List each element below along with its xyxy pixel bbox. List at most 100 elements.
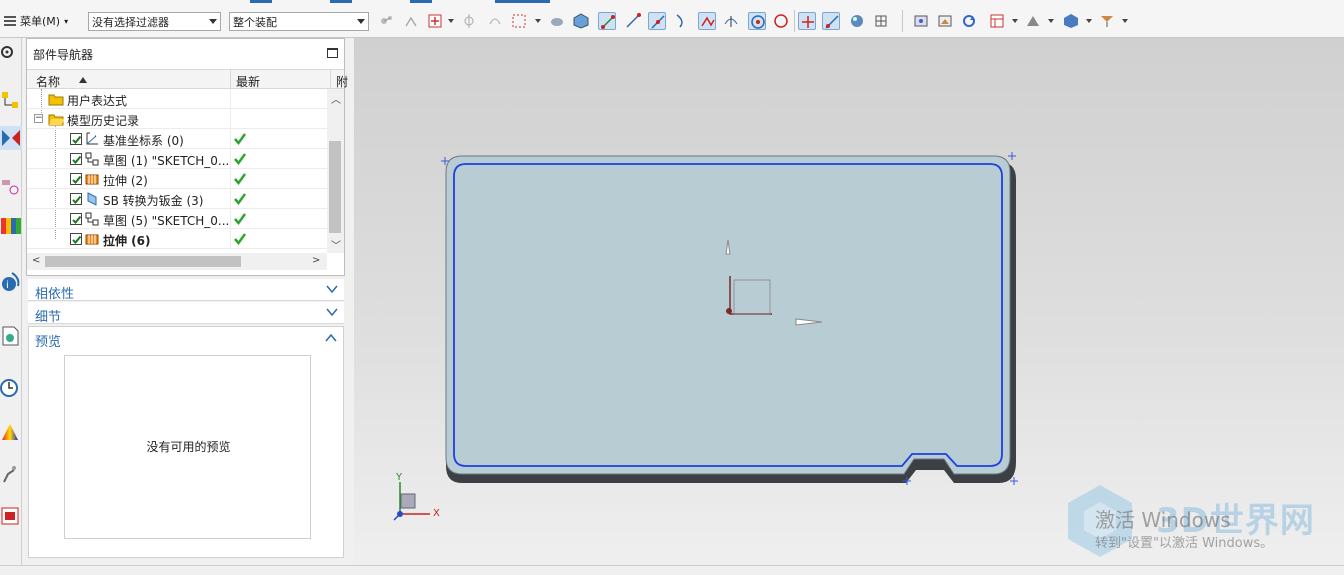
tree-row-user-expressions[interactable]: 用户表达式 <box>27 89 327 109</box>
up-to-date-check-icon <box>234 153 247 166</box>
refresh-icon[interactable] <box>960 12 978 30</box>
triad-x-label: X <box>433 508 440 519</box>
up-to-date-check-icon <box>234 173 247 186</box>
sheetmetal-icon <box>87 192 97 206</box>
display-icon[interactable] <box>1024 12 1042 30</box>
filter-icon[interactable] <box>1098 12 1116 30</box>
shaded-icon[interactable] <box>1062 12 1080 30</box>
navigator-horizontal-scrollbar[interactable]: < > <box>27 253 327 270</box>
connect-icon[interactable] <box>402 12 420 30</box>
selection-filter-dropdown[interactable]: 没有选择过滤器 <box>88 12 221 31</box>
fit-icon[interactable] <box>912 12 930 30</box>
point-snap-icon[interactable] <box>598 12 616 30</box>
add-icon[interactable] <box>426 12 444 30</box>
selection-filter-value: 没有选择过滤器 <box>92 15 169 29</box>
move-icon[interactable] <box>460 12 478 30</box>
grid-icon[interactable] <box>872 12 890 30</box>
curve-icon[interactable] <box>672 12 690 30</box>
column-extra[interactable]: 附 <box>336 73 348 90</box>
visibility-checkbox[interactable] <box>70 213 82 225</box>
tree-row-sketch-1[interactable]: 草图 (1) "SKETCH_0... <box>27 149 327 169</box>
model-view <box>393 152 1018 521</box>
shade-icon[interactable] <box>548 12 566 30</box>
preview-empty-text: 没有可用的预览 <box>146 440 231 454</box>
tree-row-model-history[interactable]: − 模型历史记录 <box>27 109 327 129</box>
constraint-nav-icon[interactable] <box>0 126 22 150</box>
visibility-checkbox[interactable] <box>70 173 82 185</box>
resource-bar: i <box>0 38 22 565</box>
svg-text:i: i <box>6 280 9 291</box>
top-toolbar: 菜单(M) ▾ 没有选择过滤器 整个装配 <box>0 0 1344 38</box>
chevron-down-icon[interactable] <box>326 284 338 294</box>
line-end-icon[interactable] <box>624 12 642 30</box>
up-to-date-check-icon <box>234 193 247 206</box>
visibility-checkbox[interactable] <box>70 233 82 245</box>
cube-icon[interactable] <box>572 12 590 30</box>
datum-csys-icon <box>86 132 98 145</box>
visibility-checkbox[interactable] <box>70 153 82 165</box>
tree-row-extrude-6[interactable]: 拉伸 (6) <box>27 229 327 249</box>
scroll-right-icon[interactable]: > <box>312 255 320 266</box>
tree-row-label: 拉伸 (6) <box>103 234 151 248</box>
view-layout-icon[interactable] <box>988 12 1006 30</box>
color-icon[interactable] <box>0 420 22 444</box>
clock-icon[interactable] <box>0 376 22 400</box>
media-icon[interactable] <box>0 504 22 528</box>
tree-row-datum-csys[interactable]: 基准坐标系 (0) <box>27 129 327 149</box>
column-latest[interactable]: 最新 <box>236 73 260 90</box>
circle-icon[interactable] <box>772 12 790 30</box>
intersect-icon[interactable] <box>698 12 716 30</box>
maximize-icon[interactable] <box>327 48 338 58</box>
settings-icon[interactable] <box>0 40 22 64</box>
status-bar <box>0 565 1344 575</box>
up-to-date-check-icon <box>234 213 247 226</box>
assembly-nav-icon[interactable] <box>0 88 22 112</box>
scroll-thumb[interactable] <box>45 256 241 267</box>
collapse-icon[interactable]: − <box>34 114 43 123</box>
tangent-icon[interactable] <box>722 12 740 30</box>
center-icon[interactable] <box>748 12 766 30</box>
menu-button[interactable]: 菜单(M) ▾ <box>4 12 68 30</box>
graphics-viewport[interactable]: Y X 3D世界网 激活 Windows 转到"设置"以激活 Windows。 <box>354 38 1344 565</box>
preview-label[interactable]: 预览 <box>35 331 61 350</box>
quadrant-icon[interactable] <box>822 12 840 30</box>
triad-y-label: Y <box>396 472 403 483</box>
robot-icon[interactable] <box>0 462 22 486</box>
chevron-up-icon[interactable] <box>325 333 337 343</box>
library-icon[interactable] <box>0 214 22 238</box>
ribbon-tab-strip <box>0 0 1344 4</box>
visibility-checkbox[interactable] <box>70 133 82 145</box>
scroll-thumb[interactable] <box>329 141 341 233</box>
tree-row-label: SB 转换为钣金 (3) <box>103 194 204 208</box>
sphere-icon[interactable] <box>848 12 866 30</box>
details-label: 细节 <box>35 310 62 325</box>
scroll-down-icon[interactable]: ﹀ <box>331 237 341 252</box>
line-mid-icon[interactable] <box>648 12 666 30</box>
sheet-metal-plate <box>445 155 1011 475</box>
sketch-icon <box>85 212 99 226</box>
extrude-icon <box>85 234 99 245</box>
navigator-vertical-scrollbar[interactable]: ︿ ﹀ <box>327 89 344 253</box>
snap-icon[interactable] <box>378 12 396 30</box>
chevron-down-icon[interactable] <box>326 307 338 317</box>
part-nav-icon[interactable] <box>0 174 22 198</box>
scroll-up-icon[interactable]: ︿ <box>331 91 341 106</box>
link-icon[interactable] <box>486 12 504 30</box>
visibility-checkbox[interactable] <box>70 193 82 205</box>
tree-row-convert-sheetmetal[interactable]: SB 转换为钣金 (3) <box>27 189 327 209</box>
history-icon[interactable] <box>0 324 22 348</box>
assembly-scope-dropdown[interactable]: 整个装配 <box>229 12 369 31</box>
dependencies-section[interactable]: 相依性 <box>28 279 344 302</box>
navigator-title: 部件导航器 <box>33 48 94 62</box>
render-icon[interactable] <box>936 12 954 30</box>
tree-row-sketch-5[interactable]: 草图 (5) "SKETCH_0... <box>27 209 327 229</box>
scroll-left-icon[interactable]: < <box>32 255 40 266</box>
select-box-icon[interactable] <box>510 12 528 30</box>
dependencies-label: 相依性 <box>35 287 75 302</box>
cross-icon[interactable] <box>798 12 816 30</box>
tree-row-extrude-2[interactable]: 拉伸 (2) <box>27 169 327 189</box>
sort-ascending-icon[interactable] <box>79 77 87 83</box>
details-section[interactable]: 细节 <box>28 302 344 325</box>
column-name[interactable]: 名称 <box>36 73 60 90</box>
web-icon[interactable]: i <box>0 270 22 294</box>
